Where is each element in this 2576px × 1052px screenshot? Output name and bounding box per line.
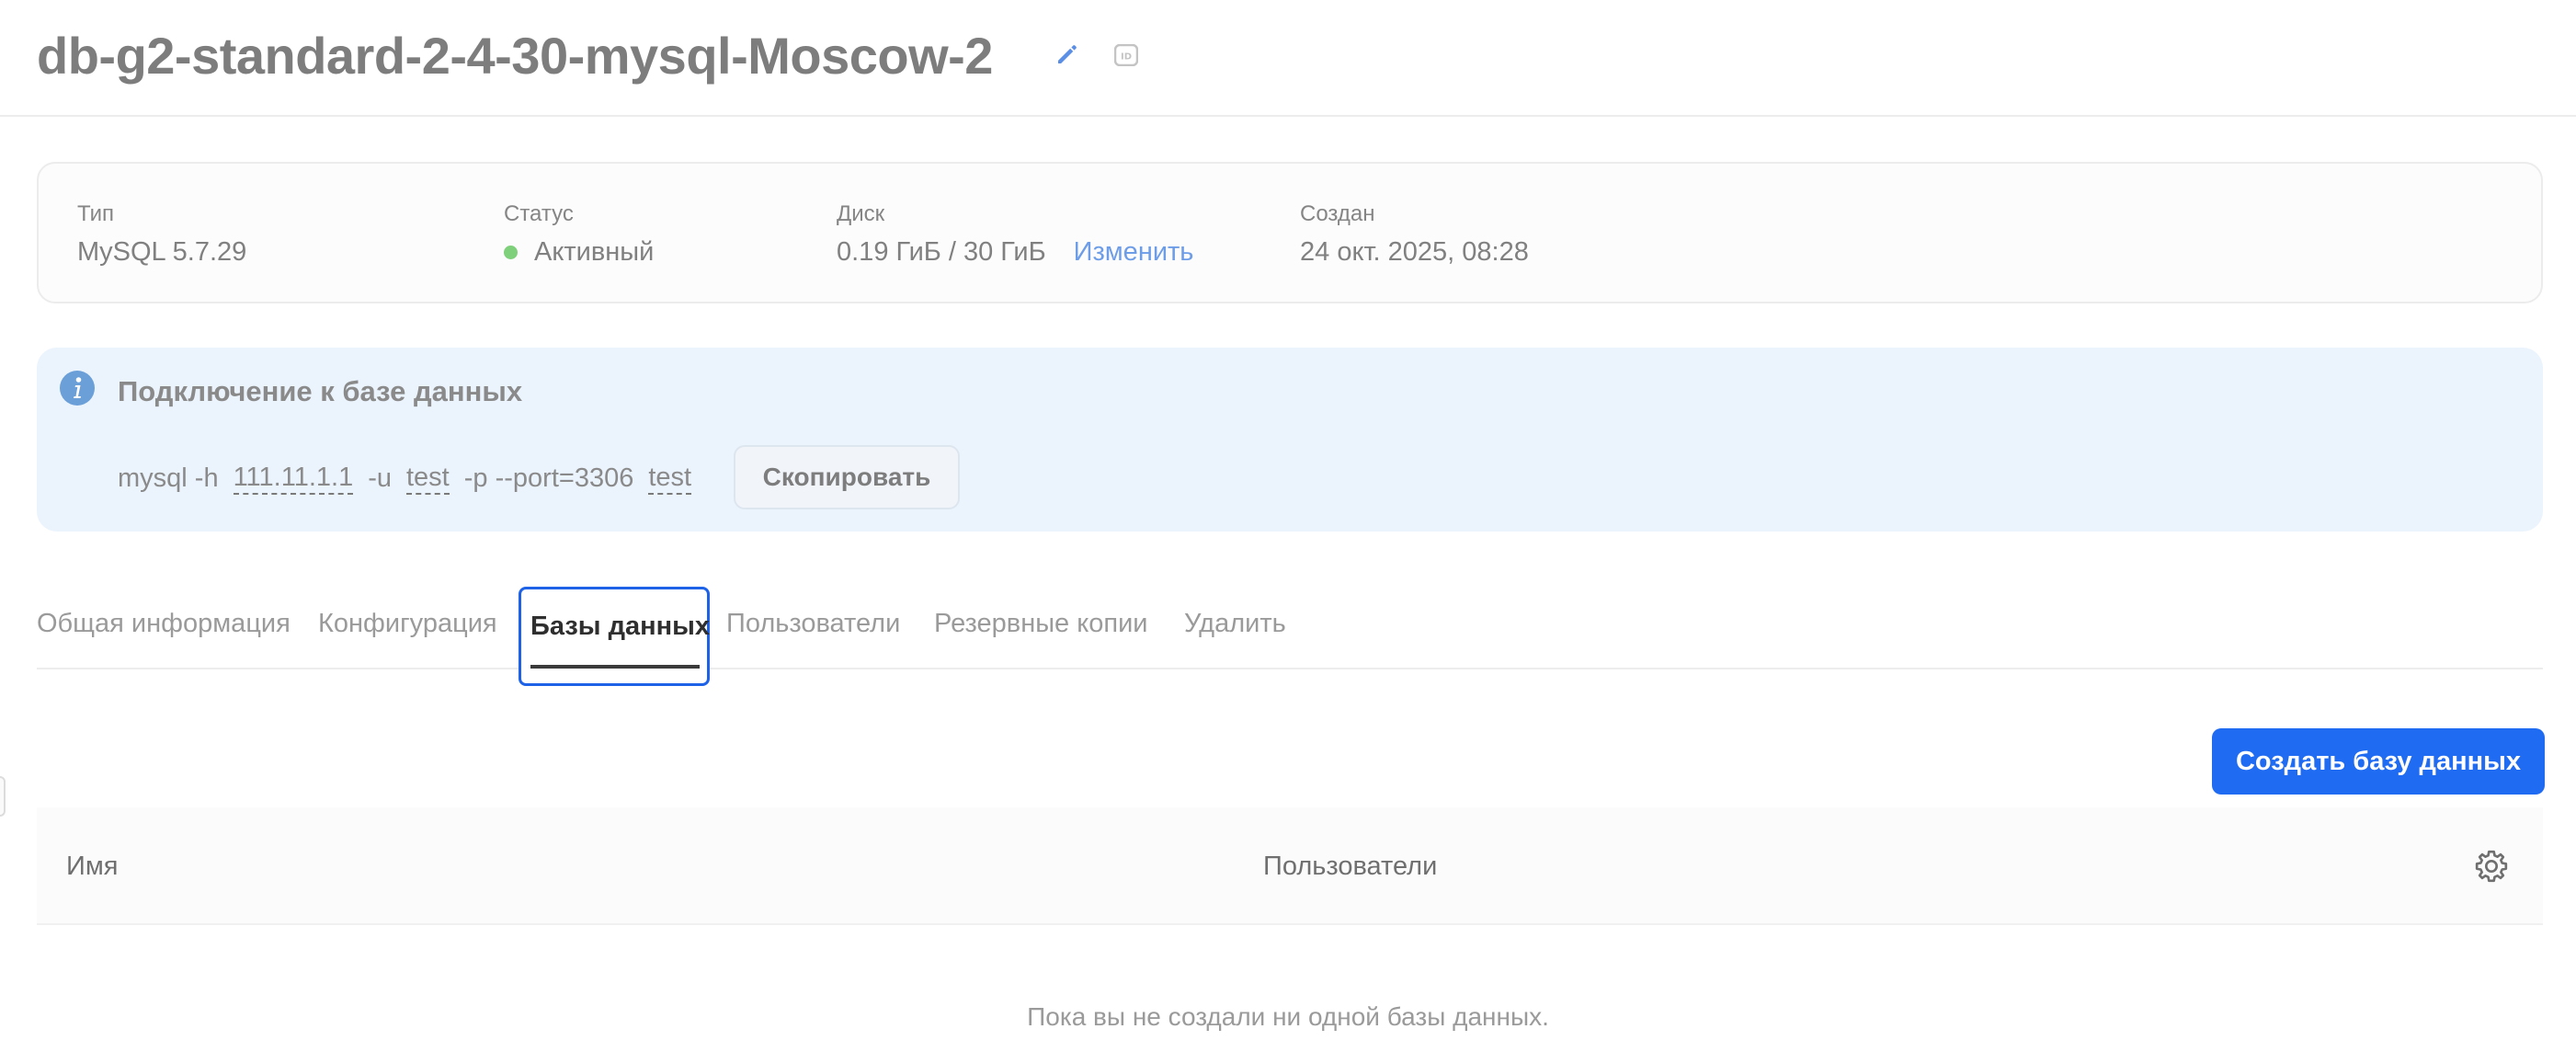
tab-delete[interactable]: Удалить	[1184, 607, 1286, 640]
cmd-user[interactable]: test	[406, 462, 450, 495]
info-disk: Диск 0.19 ГиБ / 30 ГиБ Изменить	[837, 200, 1193, 269]
side-panel-handle[interactable]	[0, 776, 6, 817]
created-label: Создан	[1300, 201, 1375, 226]
create-database-button[interactable]: Создать базу данных	[2212, 728, 2545, 795]
info-type: Тип MySQL 5.7.29	[77, 200, 246, 269]
tab-general[interactable]: Общая информация	[37, 607, 291, 640]
instance-info-card: Тип MySQL 5.7.29 Статус Активный Диск 0.…	[37, 162, 2543, 303]
info-created: Создан 24 окт. 2025, 08:28	[1300, 200, 1529, 269]
tab-backups[interactable]: Резервные копии	[934, 607, 1147, 640]
databases-table-header: Имя Пользователи	[37, 807, 2543, 925]
cmd-host[interactable]: 111.11.1.1	[233, 462, 354, 495]
page-title: db-g2-standard-2-4-30-mysql-Moscow-2	[37, 27, 993, 85]
cmd-database[interactable]: test	[648, 462, 692, 495]
empty-state-text: Пока вы не создали ни одной базы данных.	[1027, 1002, 1549, 1031]
tab-databases-label: Базы данных	[530, 612, 711, 641]
column-name[interactable]: Имя	[66, 850, 119, 883]
disk-label: Диск	[837, 201, 885, 226]
svg-text:ID: ID	[1121, 52, 1132, 63]
status-dot	[504, 245, 518, 259]
status-value: Активный	[534, 237, 655, 267]
disk-value: 0.19 ГиБ / 30 ГиБ	[837, 237, 1046, 267]
status-label: Статус	[504, 201, 574, 226]
cmd-user-flag: -u	[368, 463, 392, 493]
copy-button[interactable]: Скопировать	[734, 445, 960, 509]
connection-title: Подключение к базе данных	[118, 375, 523, 407]
gear-icon[interactable]	[2473, 848, 2510, 885]
change-disk-link[interactable]: Изменить	[1074, 235, 1194, 269]
type-label: Тип	[77, 201, 115, 226]
page-header: db-g2-standard-2-4-30-mysql-Moscow-2 ID	[0, 0, 2576, 117]
connection-panel: Подключение к базе данных mysql -h 111.1…	[37, 348, 2543, 532]
tab-bar: Общая информация Конфигурация Базы данны…	[37, 585, 2543, 686]
connection-command: mysql -h 111.11.1.1 -u test -p --port=33…	[118, 460, 706, 497]
cmd-prefix: mysql -h	[118, 463, 219, 493]
info-status: Статус Активный	[504, 200, 654, 269]
id-icon[interactable]: ID	[1114, 44, 1138, 66]
pencil-icon[interactable]	[1054, 40, 1081, 68]
database-detail-page: db-g2-standard-2-4-30-mysql-Moscow-2 ID …	[0, 0, 2576, 1052]
info-icon	[60, 371, 95, 406]
cmd-port: -p --port=3306	[463, 463, 634, 493]
tab-databases[interactable]: Базы данных	[519, 587, 710, 686]
tab-users[interactable]: Пользователи	[726, 607, 900, 640]
type-value: MySQL 5.7.29	[77, 237, 247, 267]
tab-configuration[interactable]: Конфигурация	[318, 607, 497, 640]
created-value: 24 окт. 2025, 08:28	[1300, 237, 1529, 267]
active-tab-indicator	[530, 665, 700, 669]
column-users[interactable]: Пользователи	[1263, 850, 1437, 883]
